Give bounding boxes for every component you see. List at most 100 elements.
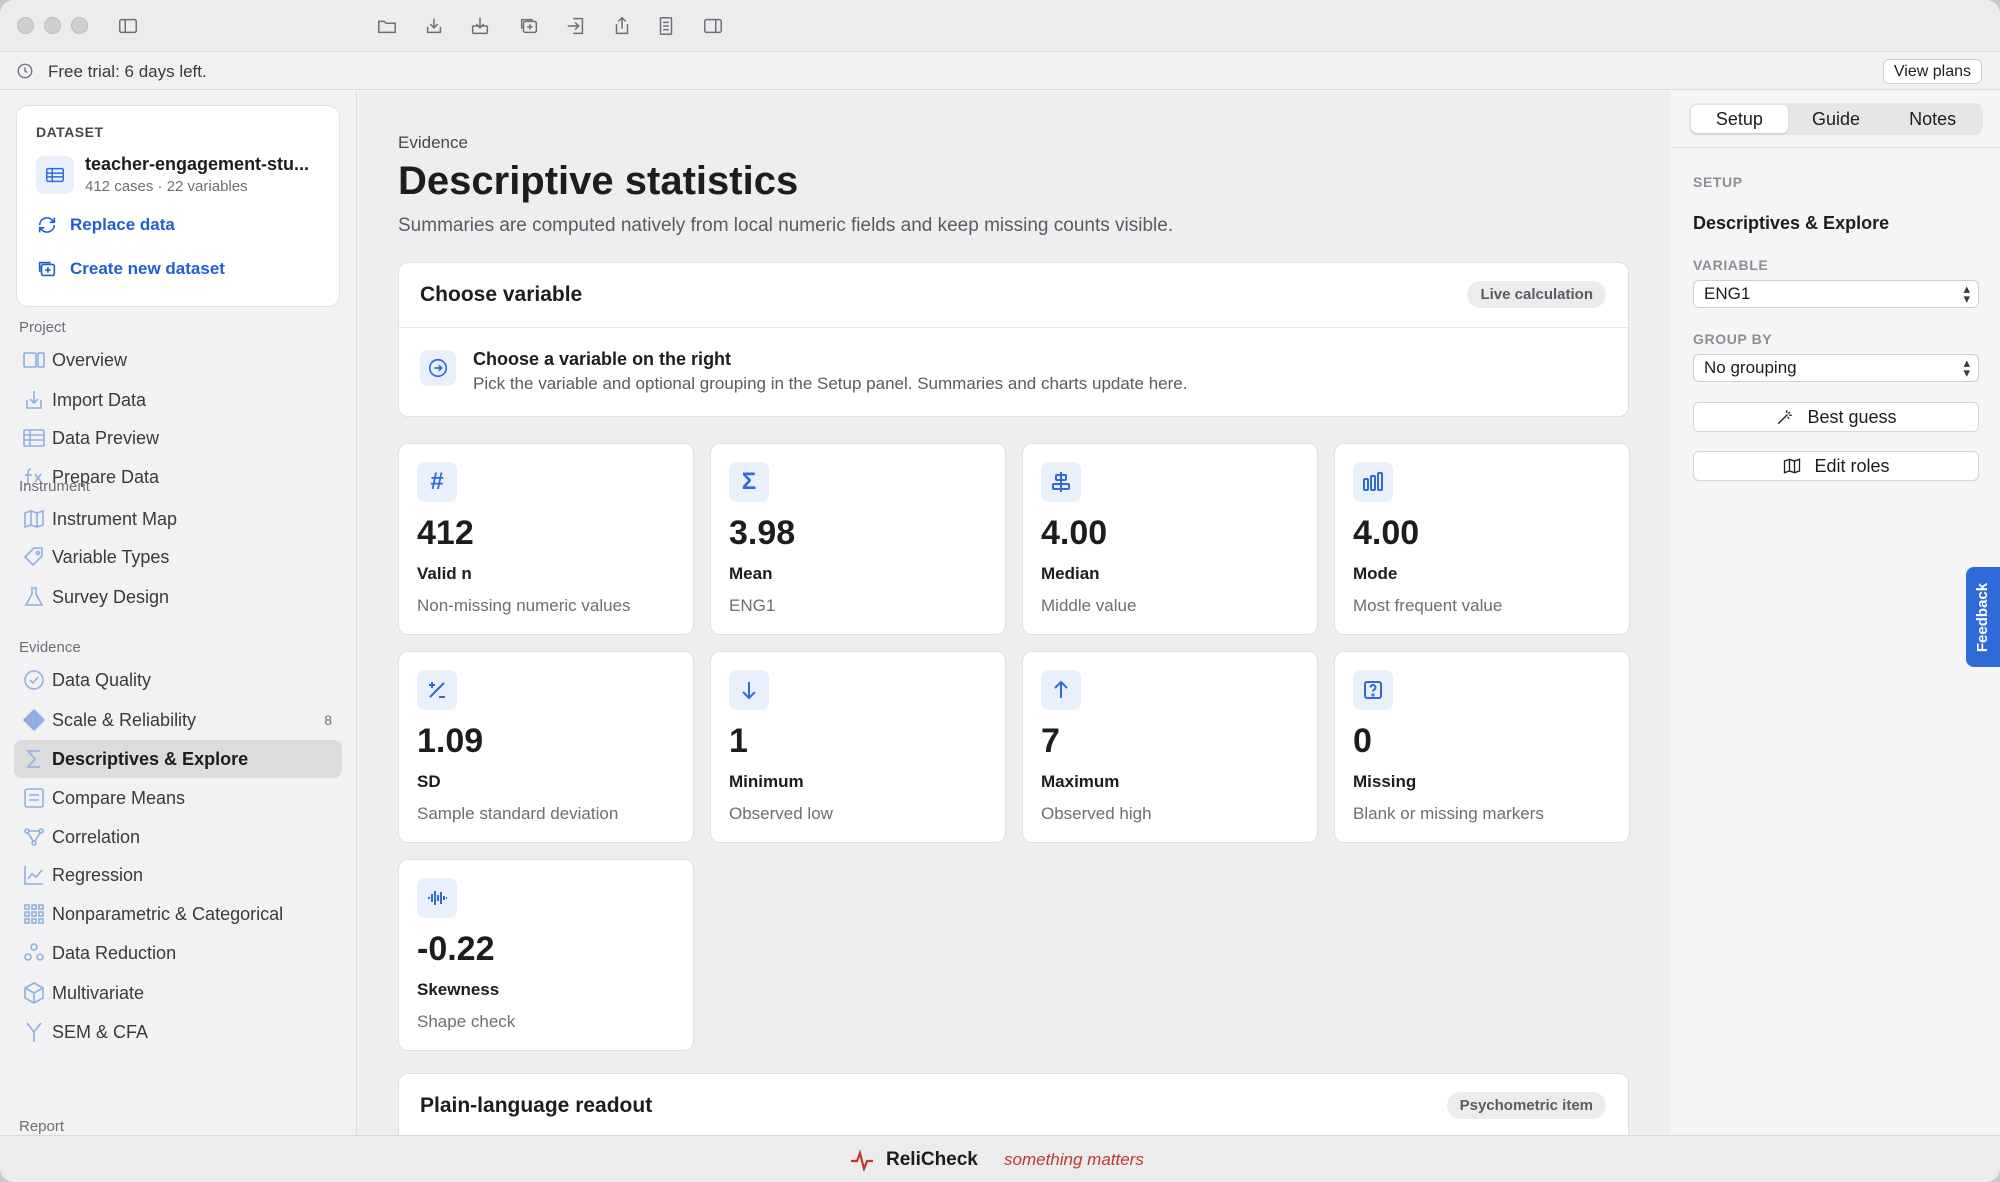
sidebar-item-compare-means[interactable]: Compare Means bbox=[14, 779, 342, 817]
hint-title: Choose a variable on the right bbox=[473, 349, 732, 369]
add-copy-icon bbox=[38, 261, 56, 277]
tab-guide[interactable]: Guide bbox=[1788, 105, 1885, 133]
edit-roles-button[interactable]: Edit roles bbox=[1693, 451, 1979, 481]
stat-value: 3.98 bbox=[729, 514, 796, 552]
stat-card-mode: 4.00 Mode Most frequent value bbox=[1334, 443, 1630, 635]
sidebar-item-variable-types[interactable]: Variable Types bbox=[14, 538, 342, 576]
sidebar-item-label: Overview bbox=[52, 349, 128, 370]
sidebar-item-sem-cfa[interactable]: SEM & CFA bbox=[14, 1013, 342, 1051]
sidebar-item-label: Descriptives & Explore bbox=[52, 748, 249, 769]
sidebar-item-scale-reliability[interactable]: Scale & Reliability 8 bbox=[14, 701, 342, 739]
replace-data-link[interactable]: Replace data bbox=[36, 214, 175, 236]
circles-icon bbox=[20, 939, 48, 967]
sidebar-item-data-quality[interactable]: Data Quality bbox=[14, 661, 342, 699]
sidebar-item-label: SEM & CFA bbox=[52, 1021, 149, 1042]
sidebar-item-overview[interactable]: Overview bbox=[14, 341, 342, 379]
stat-name: SD bbox=[417, 772, 441, 791]
map-icon bbox=[20, 505, 48, 533]
enter-icon[interactable] bbox=[563, 13, 589, 39]
add-copy-icon[interactable] bbox=[516, 13, 542, 39]
stat-value: 412 bbox=[417, 514, 474, 552]
sidebar-item-correlation[interactable]: Correlation bbox=[14, 818, 342, 856]
feedback-button[interactable]: Feedback bbox=[1966, 567, 2000, 667]
create-dataset-label: Create new dataset bbox=[70, 259, 225, 278]
map-icon bbox=[1784, 458, 1801, 474]
nav-section-project: Project bbox=[19, 319, 66, 336]
fork-icon bbox=[20, 1018, 48, 1046]
zoom-window-button[interactable] bbox=[71, 17, 88, 34]
arrow-circle-icon bbox=[420, 350, 456, 386]
minimize-window-button[interactable] bbox=[44, 17, 61, 34]
divider bbox=[1671, 147, 2000, 148]
stat-desc: Observed low bbox=[729, 804, 833, 823]
brand-name: ReliCheck bbox=[886, 1149, 978, 1170]
sidebar-item-label: Correlation bbox=[52, 826, 141, 847]
create-dataset-link[interactable]: Create new dataset bbox=[36, 258, 225, 280]
sidebar-item-descriptives-explore[interactable]: Descriptives & Explore bbox=[14, 740, 342, 778]
align-center-icon bbox=[1041, 462, 1081, 502]
sidebar-item-multivariate[interactable]: Multivariate bbox=[14, 974, 342, 1012]
download-tray-icon[interactable] bbox=[467, 13, 493, 39]
stat-desc: Middle value bbox=[1041, 596, 1137, 615]
nav-section-evidence: Evidence bbox=[19, 639, 81, 656]
close-window-button[interactable] bbox=[17, 17, 34, 34]
dataset-card: DATASET teacher-engagement-stu... 412 ca… bbox=[16, 105, 340, 307]
setup-title: Descriptives & Explore bbox=[1693, 213, 1890, 233]
sidebar-item-data-reduction[interactable]: Data Reduction bbox=[14, 934, 342, 972]
cube-icon bbox=[20, 979, 48, 1007]
status-footer: ReliCheck something matters bbox=[0, 1135, 2000, 1182]
panel-tabs: Setup Guide Notes bbox=[1689, 103, 1983, 135]
stat-value: 1.09 bbox=[417, 722, 484, 760]
trial-text: Free trial: 6 days left. bbox=[48, 62, 207, 81]
import-icon[interactable] bbox=[421, 13, 447, 39]
sidebar-item-label: Scale & Reliability bbox=[52, 709, 197, 730]
sidebar-item-data-preview[interactable]: Data Preview bbox=[14, 419, 342, 457]
dataset-label: DATASET bbox=[36, 124, 104, 140]
group-by-select[interactable]: No grouping ▴ ▾ bbox=[1693, 354, 1979, 382]
import-icon bbox=[20, 386, 48, 414]
sidebar-item-import-data[interactable]: Import Data bbox=[14, 381, 342, 419]
tab-notes[interactable]: Notes bbox=[1884, 105, 1981, 133]
sigma-icon bbox=[20, 745, 48, 773]
sidebar-toggle-icon[interactable] bbox=[115, 13, 141, 39]
sidebar-item-label: Multivariate bbox=[52, 982, 145, 1003]
stat-card-valid-n: # 412 Valid n Non-missing numeric values bbox=[398, 443, 694, 635]
page-subtitle: Summaries are computed natively from loc… bbox=[398, 215, 1174, 236]
stat-desc: Most frequent value bbox=[1353, 596, 1503, 615]
title-bar bbox=[0, 0, 2000, 52]
sidebar-item-label: Import Data bbox=[52, 389, 147, 410]
sidebar: DATASET teacher-engagement-stu... 412 ca… bbox=[0, 91, 357, 1135]
list-box-icon bbox=[20, 784, 48, 812]
stat-card-sd: 1.09 SD Sample standard deviation bbox=[398, 651, 694, 843]
folder-icon[interactable] bbox=[374, 13, 400, 39]
count-badge: 8 bbox=[324, 712, 332, 728]
tag-icon bbox=[20, 543, 48, 571]
share-icon[interactable] bbox=[609, 13, 635, 39]
check-badge-icon bbox=[20, 666, 48, 694]
best-guess-button[interactable]: Best guess bbox=[1693, 402, 1979, 432]
group-by-select-value: No grouping bbox=[1704, 358, 1797, 377]
chevron-updown-icon: ▴ ▾ bbox=[1963, 355, 1970, 380]
view-plans-button[interactable]: View plans bbox=[1882, 59, 1982, 84]
stat-card-mean: Σ 3.98 Mean ENG1 bbox=[710, 443, 1006, 635]
stat-name: Missing bbox=[1353, 772, 1417, 791]
stat-name: Valid n bbox=[417, 564, 472, 583]
divider bbox=[399, 327, 1628, 328]
inspector-toggle-icon[interactable] bbox=[700, 13, 726, 39]
panel-title: Choose variable bbox=[420, 283, 583, 306]
setup-panel: Setup Guide Notes SETUP Descriptives & E… bbox=[1671, 91, 2000, 1135]
sidebar-item-regression[interactable]: Regression bbox=[14, 856, 342, 894]
sidebar-item-survey-design[interactable]: Survey Design bbox=[14, 578, 342, 616]
setup-section-label: SETUP bbox=[1693, 174, 1743, 190]
stat-value: 7 bbox=[1041, 722, 1060, 760]
trial-banner: Free trial: 6 days left. View plans bbox=[0, 53, 2000, 90]
document-icon[interactable] bbox=[653, 13, 679, 39]
variable-label: VARIABLE bbox=[1693, 257, 1769, 273]
sidebar-item-instrument-map[interactable]: Instrument Map bbox=[14, 500, 342, 538]
tab-setup[interactable]: Setup bbox=[1691, 105, 1788, 133]
variable-select[interactable]: ENG1 ▴ ▾ bbox=[1693, 280, 1979, 308]
best-guess-label: Best guess bbox=[1807, 406, 1897, 427]
eyebrow: Evidence bbox=[398, 133, 468, 152]
sidebar-item-nonparametric-categorical[interactable]: Nonparametric & Categorical bbox=[14, 895, 342, 933]
brand-tagline: something matters bbox=[1004, 1150, 1144, 1169]
